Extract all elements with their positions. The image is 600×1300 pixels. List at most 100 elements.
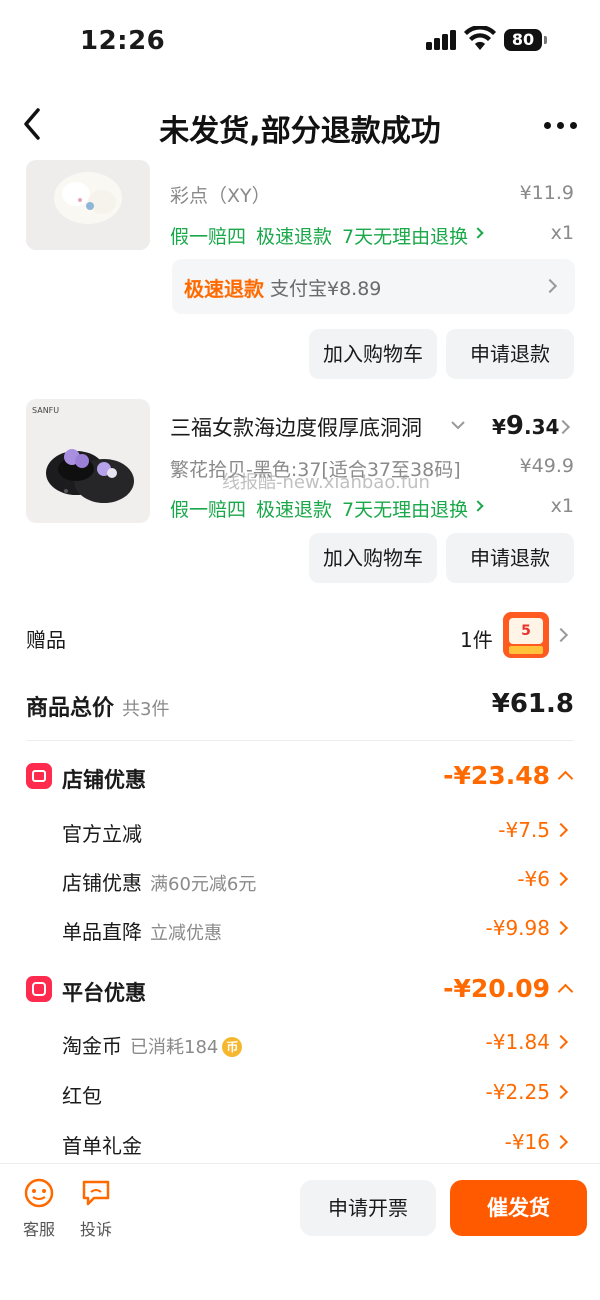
urge-shipping-button[interactable]: 催发货 xyxy=(450,1180,587,1236)
customer-service-label: 客服 xyxy=(22,1220,55,1239)
price-decimal: .34 xyxy=(524,415,560,439)
taojinbi-coin-icon: 币 xyxy=(222,1037,243,1057)
gift-card-inner: 5 xyxy=(509,618,543,644)
guarantee-tags[interactable]: 假一赔四 极速退款 7天无理由退换 xyxy=(170,222,478,249)
page-title: 未发货,部分退款成功 xyxy=(159,114,441,149)
price-integer: 9 xyxy=(505,411,525,441)
customer-service-button[interactable]: 客服 xyxy=(14,1178,64,1240)
row-subtitle: 立减优惠 xyxy=(150,923,222,944)
paid-price: ¥9.34 xyxy=(492,411,559,441)
gift-thumbnail[interactable]: 5 xyxy=(503,612,549,658)
chevron-up-icon[interactable] xyxy=(557,770,574,787)
quantity: x1 xyxy=(550,222,574,244)
refund-detail: 支付宝¥8.89 xyxy=(270,278,382,300)
customer-service-icon xyxy=(24,1178,54,1208)
guarantee-tag: 极速退款 xyxy=(256,226,333,248)
platform-discount-label: 平台优惠 xyxy=(62,981,146,1005)
chevron-right-icon[interactable] xyxy=(553,871,569,887)
chevron-right-icon[interactable] xyxy=(553,627,569,643)
brand-logo-text: SANFU xyxy=(32,406,59,415)
watermark: 线报酷-new.xianbao.fun xyxy=(222,472,430,493)
refund-status-box[interactable]: 极速退款 支付宝¥8.89 xyxy=(172,259,575,314)
row-subtitle: 已消耗184 xyxy=(130,1037,219,1058)
discount-row-value[interactable]: -¥1.84 xyxy=(450,1030,550,1054)
original-price: ¥11.9 xyxy=(519,182,574,204)
shop-discount-icon xyxy=(26,763,52,789)
nav-bar: 未发货,部分退款成功 xyxy=(0,90,600,160)
shop-discount-value[interactable]: -¥23.48 xyxy=(420,761,550,790)
discount-row-value[interactable]: -¥9.98 xyxy=(450,916,550,940)
coupon-glyph xyxy=(32,982,46,996)
add-to-cart-button[interactable]: 加入购物车 xyxy=(309,329,437,379)
add-to-cart-button[interactable]: 加入购物车 xyxy=(309,533,437,583)
gift-label: 赠品 xyxy=(26,628,66,652)
guarantee-tag: 7天无理由退换 xyxy=(342,499,469,521)
row-title: 淘金币 xyxy=(62,1034,122,1058)
cellular-signal-icon xyxy=(426,30,458,50)
chevron-right-icon[interactable] xyxy=(553,920,569,936)
chevron-right-icon xyxy=(542,278,558,294)
discount-row-label: 官方立减 xyxy=(62,818,142,847)
product-title[interactable]: 三福女款海边度假厚底洞洞 xyxy=(170,412,440,442)
chevron-up-icon[interactable] xyxy=(557,983,574,1000)
platform-discount-icon xyxy=(26,976,52,1002)
product-thumbnail-clogs[interactable]: SANFU xyxy=(26,399,150,523)
product-spec: 彩点（XY） xyxy=(170,185,271,207)
battery-icon: 80 xyxy=(504,29,542,51)
currency-symbol: ¥ xyxy=(492,415,506,439)
more-icon[interactable] xyxy=(540,116,580,136)
guarantee-tag: 7天无理由退换 xyxy=(342,226,469,248)
status-time: 12:26 xyxy=(80,26,166,56)
store-glyph xyxy=(32,770,46,782)
complain-button[interactable]: 投诉 xyxy=(71,1178,121,1240)
discount-row-label: 店铺优惠 满60元减6元 xyxy=(62,867,256,896)
discount-row-label: 首单礼金 xyxy=(62,1130,142,1159)
scrunchie-image xyxy=(54,172,122,224)
discount-row-value[interactable]: -¥6 xyxy=(450,867,550,891)
discount-row-value[interactable]: -¥7.5 xyxy=(450,818,550,842)
row-subtitle: 满60元减6元 xyxy=(150,874,257,895)
row-title: 首单礼金 xyxy=(62,1134,142,1158)
gift-card-base xyxy=(509,646,543,654)
wifi-icon xyxy=(464,26,496,50)
discount-row-value[interactable]: -¥2.25 xyxy=(450,1080,550,1104)
chevron-right-icon[interactable] xyxy=(553,1084,569,1100)
apply-refund-button[interactable]: 申请退款 xyxy=(446,329,574,379)
platform-discount-value[interactable]: -¥20.09 xyxy=(420,974,550,1003)
discount-row-label: 淘金币 已消耗184 币 xyxy=(62,1030,243,1059)
chevron-down-icon[interactable] xyxy=(450,418,466,432)
apply-refund-button[interactable]: 申请退款 xyxy=(446,533,574,583)
total-value: ¥61.8 xyxy=(491,689,574,719)
total-label: 商品总价 xyxy=(26,696,115,721)
guarantee-tag: 假一赔四 xyxy=(170,226,247,248)
clogs-image: SANFU xyxy=(32,406,134,503)
quantity: x1 xyxy=(550,495,574,517)
gift-count: 1件 xyxy=(460,628,493,652)
total-count: 共3件 xyxy=(122,699,170,720)
chevron-right-icon[interactable] xyxy=(553,822,569,838)
row-title: 红包 xyxy=(62,1084,102,1108)
chevron-right-icon[interactable] xyxy=(553,1034,569,1050)
guarantee-tag: 假一赔四 xyxy=(170,499,247,521)
bottom-action-bar: 客服 投诉 申请开票 催发货 xyxy=(0,1163,600,1300)
total-label-group: 商品总价 共3件 xyxy=(26,690,169,722)
divider xyxy=(26,740,574,741)
status-bar: 12:26 80 xyxy=(0,0,600,80)
row-title: 店铺优惠 xyxy=(62,871,142,895)
discount-row-value[interactable]: -¥16 xyxy=(450,1130,550,1154)
guarantee-tag: 极速退款 xyxy=(256,499,333,521)
guarantee-tags[interactable]: 假一赔四 极速退款 7天无理由退换 xyxy=(170,495,478,522)
discount-row-label: 红包 xyxy=(62,1080,102,1109)
discount-row-label: 单品直降 立减优惠 xyxy=(62,916,222,945)
complain-icon xyxy=(82,1180,110,1206)
row-title: 单品直降 xyxy=(62,920,142,944)
original-price: ¥49.9 xyxy=(519,455,574,477)
row-title: 官方立减 xyxy=(62,822,142,846)
product-thumbnail-scrunchie[interactable] xyxy=(26,160,150,250)
apply-invoice-button[interactable]: 申请开票 xyxy=(300,1180,436,1236)
shop-discount-label: 店铺优惠 xyxy=(62,768,146,792)
chevron-right-icon[interactable] xyxy=(553,1134,569,1150)
complain-label: 投诉 xyxy=(79,1220,112,1239)
battery-tip xyxy=(544,36,547,44)
refund-tag: 极速退款 xyxy=(184,277,264,301)
